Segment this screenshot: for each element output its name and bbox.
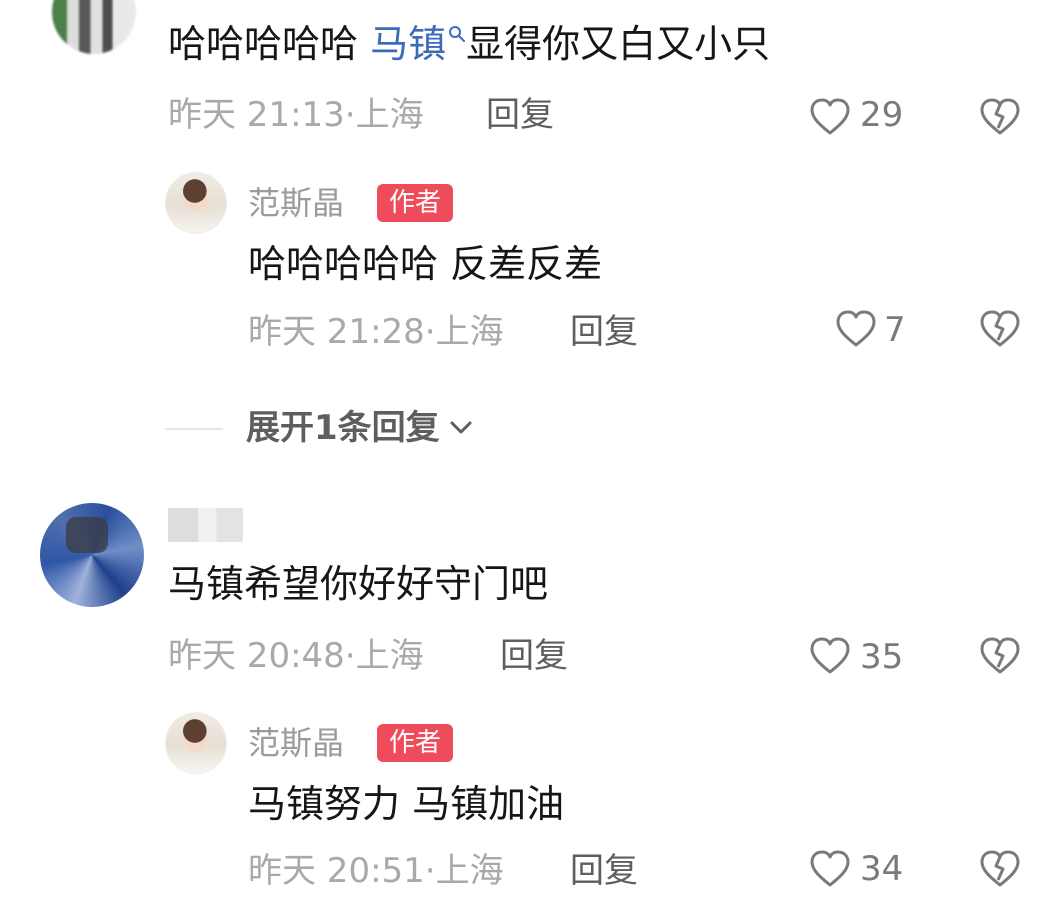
dot-separator: · [344, 95, 356, 135]
dot-separator: · [424, 851, 436, 891]
comment-meta: 昨天 20:48·上海 [168, 639, 424, 673]
reply-meta: 昨天 20:51·上海 [248, 854, 504, 888]
like-button[interactable] [810, 850, 850, 890]
expand-replies-button[interactable]: 展开1条回复 [246, 411, 474, 445]
reply-content: 哈哈哈哈哈 反差反差 [248, 242, 603, 286]
comment-location: 上海 [355, 95, 424, 135]
reply-button[interactable]: 回复 [500, 639, 568, 673]
reply-content: 马镇努力 马镇加油 [248, 782, 565, 826]
chevron-down-icon [450, 421, 472, 434]
reply-button[interactable]: 回复 [570, 315, 638, 349]
commenter-name[interactable] [168, 508, 243, 542]
dislike-button[interactable] [980, 850, 1020, 890]
author-avatar[interactable] [165, 172, 227, 234]
comment-text: 哈哈哈哈哈 [168, 22, 359, 66]
reply-location: 上海 [435, 312, 504, 352]
commenter-avatar[interactable] [40, 503, 144, 607]
broken-heart-icon [980, 850, 1020, 887]
comment-meta: 昨天 21:13·上海 [168, 98, 424, 132]
comment-text-suffix: 显得你又白又小只 [466, 22, 771, 66]
dot-separator: · [344, 636, 356, 676]
reply-meta: 昨天 21:28·上海 [248, 315, 504, 349]
author-avatar[interactable] [165, 712, 227, 774]
reply-time: 昨天 20:51 [248, 851, 425, 891]
broken-heart-icon [980, 310, 1020, 347]
comment-content: 哈哈哈哈哈 马镇 显得你又白又小只 [168, 25, 888, 63]
heart-outline-icon [836, 310, 876, 347]
commenter-avatar[interactable] [52, 0, 136, 54]
like-count: 29 [860, 95, 904, 135]
author-name[interactable]: 范斯晶 [248, 187, 344, 219]
like-button[interactable] [810, 637, 850, 677]
reply-time: 昨天 21:28 [248, 312, 425, 352]
like-count: 35 [860, 637, 904, 677]
like-count: 7 [884, 310, 906, 350]
dot-separator: · [424, 312, 436, 352]
heart-outline-icon [810, 98, 850, 135]
reply-location: 上海 [435, 851, 504, 891]
dislike-button[interactable] [980, 98, 1020, 138]
like-count: 34 [860, 849, 904, 889]
heart-outline-icon [810, 850, 850, 887]
comment-location: 上海 [355, 636, 424, 676]
search-icon[interactable] [448, 25, 466, 43]
expand-divider [165, 428, 223, 430]
like-button[interactable] [836, 310, 876, 350]
heart-outline-icon [810, 637, 850, 674]
comment-content: 马镇希望你好好守门吧 [168, 562, 549, 606]
like-button[interactable] [810, 98, 850, 138]
comment-time: 昨天 20:48 [168, 636, 345, 676]
author-name[interactable]: 范斯晶 [248, 727, 344, 759]
reply-button[interactable]: 回复 [570, 854, 638, 888]
comment-time: 昨天 21:13 [168, 95, 345, 135]
dislike-button[interactable] [980, 637, 1020, 677]
broken-heart-icon [980, 637, 1020, 674]
reply-button[interactable]: 回复 [486, 98, 554, 132]
mention-link[interactable]: 马镇 [370, 22, 446, 66]
author-badge: 作者 [377, 724, 454, 762]
broken-heart-icon [980, 98, 1020, 135]
expand-replies-label: 展开1条回复 [246, 408, 440, 448]
dislike-button[interactable] [980, 310, 1020, 350]
author-badge: 作者 [377, 184, 454, 222]
